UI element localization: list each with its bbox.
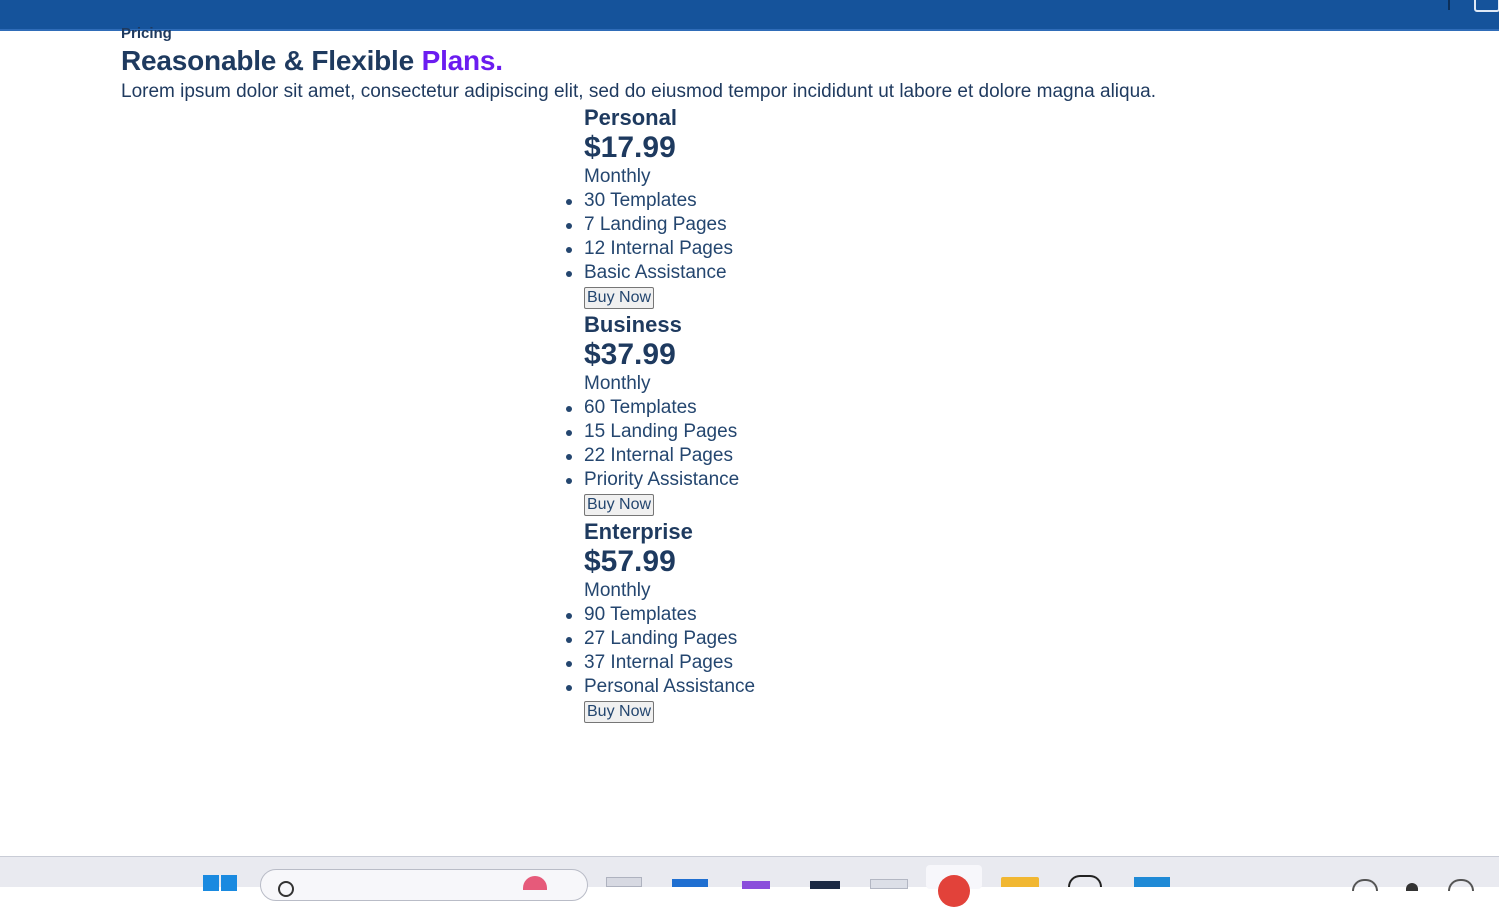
terminal-icon[interactable]	[810, 881, 840, 889]
widgets-icon[interactable]	[1352, 879, 1378, 891]
plan-features: 90 Templates 27 Landing Pages 37 Interna…	[566, 603, 1184, 699]
buy-now-button-business[interactable]: Buy Now	[584, 494, 655, 516]
plan-features: 60 Templates 15 Landing Pages 22 Interna…	[566, 396, 1184, 492]
plan-name: Personal	[584, 105, 677, 130]
os-taskbar	[0, 856, 1499, 907]
plan-period: Monthly	[584, 166, 651, 187]
window-restore-icon[interactable]	[1474, 0, 1499, 12]
app-icon[interactable]	[870, 879, 908, 889]
visual-studio-icon[interactable]	[742, 881, 770, 889]
plan-period: Monthly	[584, 580, 651, 601]
chatgpt-icon[interactable]	[1068, 875, 1102, 887]
feature-item: Basic Assistance	[566, 261, 1184, 285]
buy-now-button-personal[interactable]: Buy Now	[584, 287, 655, 309]
buy-now-button-enterprise[interactable]: Buy Now	[584, 701, 655, 723]
feature-item: 90 Templates	[566, 603, 1184, 627]
headline-accent: Plans.	[421, 45, 503, 76]
plan-personal: Personal $17.99 Monthly 30 Templates 7 L…	[566, 105, 1184, 312]
section-headline: Reasonable & Flexible Plans.	[121, 42, 1421, 80]
search-icon	[278, 881, 294, 897]
feature-item: 15 Landing Pages	[566, 420, 1184, 444]
search-highlight-icon	[523, 876, 547, 890]
pricing-plans: Personal $17.99 Monthly 30 Templates 7 L…	[566, 105, 1184, 726]
plan-enterprise: Enterprise $57.99 Monthly 90 Templates 2…	[566, 519, 1184, 726]
top-bar-divider	[1448, 0, 1450, 10]
plan-name: Enterprise	[584, 519, 693, 544]
taskbar-search-box[interactable]	[260, 869, 588, 901]
plan-price: $57.99	[584, 545, 676, 578]
feature-item: 7 Landing Pages	[566, 213, 1184, 237]
feature-item: Priority Assistance	[566, 468, 1184, 492]
plan-name: Business	[584, 312, 682, 337]
windows-start-icon[interactable]	[203, 875, 237, 891]
chrome-icon[interactable]	[926, 865, 982, 907]
headline-main: Reasonable & Flexible	[121, 45, 422, 76]
feature-item: 22 Internal Pages	[566, 444, 1184, 468]
feature-item: Personal Assistance	[566, 675, 1184, 699]
plan-business: Business $37.99 Monthly 60 Templates 15 …	[566, 312, 1184, 519]
feature-item: 37 Internal Pages	[566, 651, 1184, 675]
pricing-header: Pricing Reasonable & Flexible Plans. Lor…	[121, 24, 1421, 104]
feature-item: 60 Templates	[566, 396, 1184, 420]
plan-period: Monthly	[584, 373, 651, 394]
feature-item: 12 Internal Pages	[566, 237, 1184, 261]
feature-item: 27 Landing Pages	[566, 627, 1184, 651]
feature-item: 30 Templates	[566, 189, 1184, 213]
section-eyebrow: Pricing	[121, 25, 172, 42]
plan-features: 30 Templates 7 Landing Pages 12 Internal…	[566, 189, 1184, 285]
network-icon[interactable]	[1406, 883, 1418, 891]
plan-price: $37.99	[584, 338, 676, 371]
plan-price: $17.99	[584, 131, 676, 164]
section-description: Lorem ipsum dolor sit amet, consectetur …	[121, 81, 1157, 102]
volume-icon[interactable]	[1448, 879, 1474, 891]
